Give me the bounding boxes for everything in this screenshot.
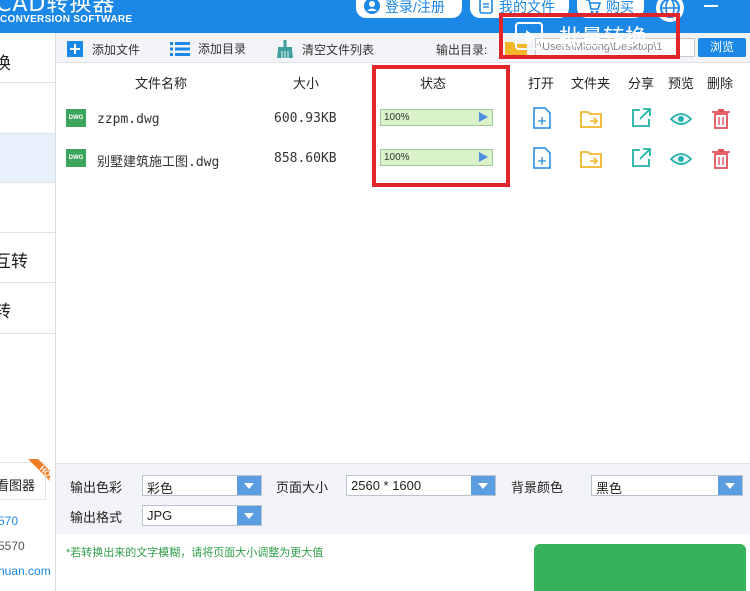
blur-tip-text: *若转换出来的文字模糊，请将页面大小调整为更大值 — [66, 547, 324, 559]
footer: *若转换出来的文字模糊，请将页面大小调整为更大值 — [56, 534, 750, 591]
file-name: zzpm.dwg — [97, 112, 160, 127]
sidebar-item-6[interactable]: 转 — [0, 283, 55, 334]
dwg-file-icon: DWG — [66, 109, 86, 127]
user-icon — [364, 0, 380, 14]
output-options-panel: 输出色彩 彩色 页面大小 2560 * 1600 背景颜色 黑色 输出格式 JP… — [56, 463, 750, 534]
chevron-down-icon — [237, 506, 261, 525]
contact-link-1[interactable]: 570 — [0, 514, 18, 528]
chevron-down-icon — [471, 476, 495, 495]
output-color-label: 输出色彩 — [70, 480, 123, 495]
preview-eye-icon[interactable] — [670, 148, 692, 170]
sidebar-item-4[interactable] — [0, 183, 55, 233]
list-icon — [170, 41, 190, 56]
column-header-share: 分享 — [628, 76, 655, 91]
output-directory-label: 输出目录: — [436, 43, 488, 57]
column-header-delete: 删除 — [707, 76, 734, 91]
file-name: 别墅建筑施工图.dwg — [97, 155, 220, 170]
website-link[interactable]: huan.com — [0, 564, 51, 578]
sidebar-item-3[interactable] — [0, 134, 55, 183]
chevron-down-icon — [237, 476, 261, 495]
sidebar-item-5[interactable]: 互转 — [0, 233, 55, 283]
open-file-icon[interactable] — [531, 147, 553, 169]
add-file-label: 添加文件 — [92, 42, 141, 57]
output-format-select[interactable]: JPG — [142, 505, 262, 526]
cart-icon — [586, 0, 601, 14]
add-file-icon — [67, 41, 83, 57]
add-directory-button[interactable]: 添加目录 — [170, 40, 246, 57]
status-highlight-box — [372, 65, 510, 187]
clear-list-label: 清空文件列表 — [302, 42, 375, 57]
batch-convert-button-bg[interactable] — [534, 544, 746, 591]
delete-icon[interactable] — [710, 148, 732, 170]
output-color-select[interactable]: 彩色 — [142, 475, 262, 496]
file-size: 600.93KB — [274, 111, 337, 126]
dwg-file-icon: DWG — [66, 149, 86, 167]
sidebar: 换 互转 转 看图器 HOT 570 5570 huan.com — [0, 33, 56, 591]
open-folder-icon[interactable] — [580, 148, 602, 170]
column-header-name: 文件名称 — [135, 76, 188, 91]
contact-text-2: 5570 — [0, 539, 25, 553]
page-size-select[interactable]: 2560 * 1600 — [346, 475, 496, 496]
login-button[interactable]: 登录/注册 — [356, 0, 462, 18]
chevron-down-icon — [718, 476, 742, 495]
sidebar-item-2[interactable] — [0, 83, 55, 134]
minimize-icon[interactable] — [700, 0, 722, 14]
sidebar-item-1[interactable]: 换 — [0, 33, 55, 83]
share-icon[interactable] — [630, 147, 652, 169]
broom-icon — [277, 40, 293, 58]
preview-eye-icon[interactable] — [670, 108, 692, 130]
page-size-label: 页面大小 — [276, 480, 329, 495]
hot-badge: HOT — [28, 459, 50, 482]
file-size: 858.60KB — [274, 151, 337, 166]
column-header-size: 大小 — [293, 76, 320, 91]
column-header-open: 打开 — [528, 76, 555, 91]
open-file-icon[interactable] — [531, 107, 553, 129]
login-label: 登录/注册 — [385, 0, 445, 15]
open-folder-icon[interactable] — [580, 108, 602, 130]
document-icon — [479, 0, 493, 14]
share-icon[interactable] — [630, 107, 652, 129]
column-header-folder: 文件夹 — [571, 76, 611, 91]
add-directory-label: 添加目录 — [198, 42, 247, 56]
background-color-select[interactable]: 黑色 — [591, 475, 743, 496]
app-subtitle: CONVERSION SOFTWARE — [0, 14, 133, 25]
viewer-promo[interactable]: 看图器 HOT — [0, 459, 50, 500]
background-color-label: 背景颜色 — [511, 480, 564, 495]
add-file-button[interactable]: 添加文件 — [66, 40, 140, 58]
play-circle-icon — [515, 22, 543, 50]
clear-list-button[interactable]: 清空文件列表 — [276, 40, 374, 58]
output-format-label: 输出格式 — [70, 510, 123, 525]
delete-icon[interactable] — [710, 108, 732, 130]
batch-convert-label: 批量转换 — [559, 26, 648, 51]
batch-convert-button[interactable]: 批量转换 — [499, 13, 680, 59]
browse-button[interactable]: 浏览 — [698, 38, 746, 57]
column-header-preview: 预览 — [668, 76, 695, 91]
